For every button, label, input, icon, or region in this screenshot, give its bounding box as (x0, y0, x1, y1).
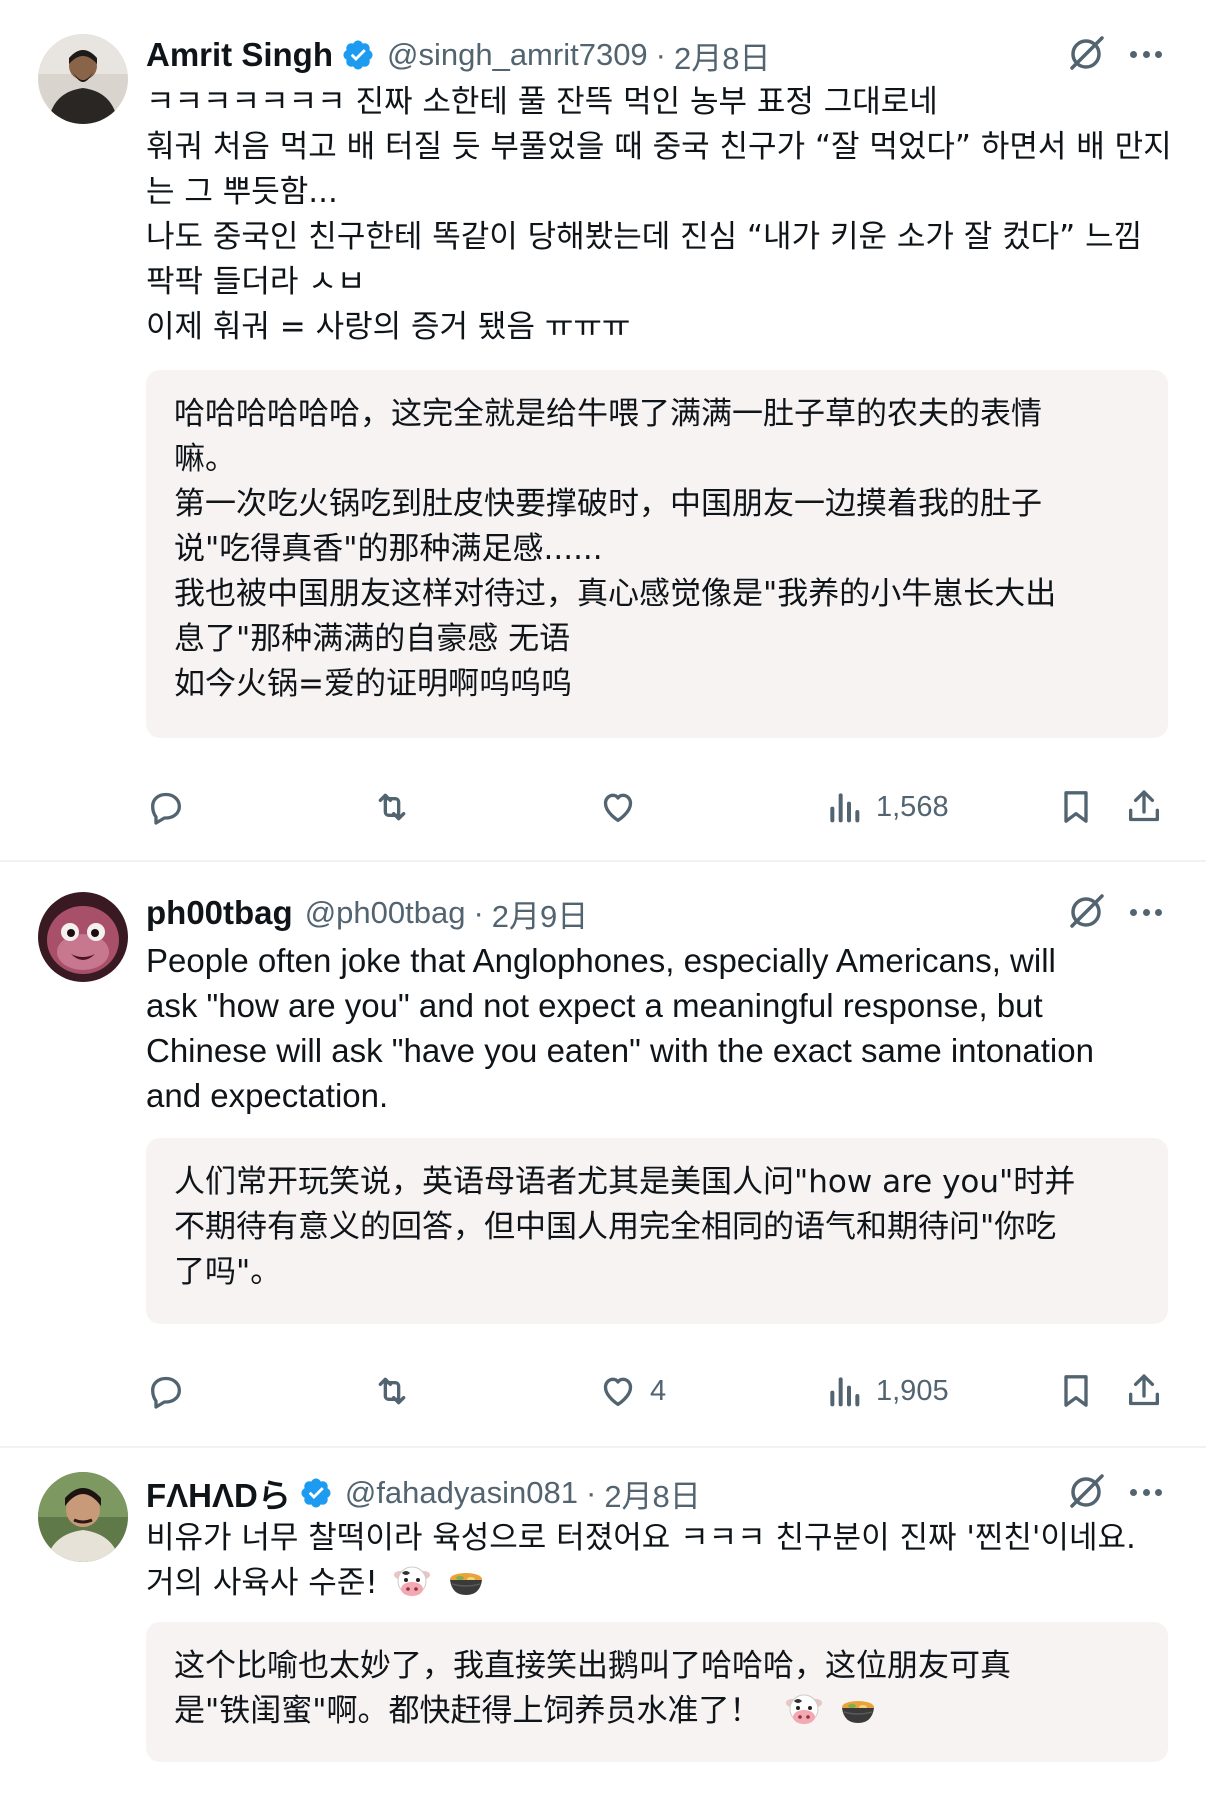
retweet-button[interactable] (372, 1366, 412, 1416)
translation-line: 我也被中国朋友这样对待过，真心感觉像是"我养的小牛崽长大出 (174, 576, 1057, 612)
tweet-text-line: 팍팍 들더라 ㅅㅂ (146, 264, 366, 300)
bookmark-icon (1064, 1375, 1088, 1407)
tweet[interactable]: FΛHΛDら @fahadyasin081 · 2月8日 비유가 너무 찰떡이라… (0, 1448, 1206, 1794)
translation-line: 这个比喻也太妙了，我直接笑出鹅叫了哈哈哈，这位朋友可真 (174, 1648, 1011, 1684)
separator-dot: · (585, 1475, 597, 1510)
bookmark-icon (1064, 791, 1088, 823)
tweet-text-line: 나도 중국인 친구한테 똑같이 당해봤는데 진심 “내가 키운 소가 잘 컸다”… (146, 219, 1143, 255)
tweet[interactable]: ph00tbag @ph00tbag · 2月9日 People often j… (0, 862, 1206, 1446)
tweet-text: 비유가 너무 찰떡이라 육성으로 터졌어요 ㅋㅋㅋ 친구분이 진짜 '찐친'이네… (146, 1516, 1176, 1606)
cow-face-emoji-icon (786, 1694, 823, 1724)
translation-line: 说"吃得真香"的那种满足感...... (174, 531, 603, 567)
heart-icon (603, 793, 633, 822)
translation-line: 是"铁闺蜜"啊。都快赶得上饲养员水准了！ (174, 1689, 1140, 1734)
views-button[interactable]: 1,568 (824, 782, 949, 832)
tweet-actions: 4 1,905 (146, 1366, 1176, 1416)
retweet-icon (378, 793, 406, 821)
tweet-text-segment: 거의 사육사 수준! (146, 1565, 378, 1601)
separator-dot: · (655, 37, 666, 72)
like-count: 4 (650, 1374, 667, 1407)
analytics-icon (830, 793, 860, 823)
translation-box: 人们常开玩笑说，英语母语者尤其是美国人问"how are you"时并 不期待有… (146, 1138, 1168, 1324)
tweet-header: ph00tbag @ph00tbag · 2月9日 (146, 890, 588, 936)
tweet-text-line: Chinese will ask "have you eaten" with t… (146, 1032, 1094, 1069)
translation-line: 息了"那种满满的自豪感 无语 (174, 621, 571, 657)
share-icon (1129, 790, 1159, 822)
tweet-header: FΛHΛDら @fahadyasin081 · 2月8日 (146, 1470, 701, 1516)
grok-icon[interactable] (1066, 1472, 1106, 1512)
reply-button[interactable] (146, 782, 186, 832)
view-count: 1,905 (876, 1374, 949, 1407)
hotpot-bowl-emoji-icon (842, 1701, 875, 1723)
retweet-icon (378, 1377, 406, 1405)
more-options-icon[interactable] (1126, 892, 1166, 932)
heart-icon (603, 1377, 633, 1406)
tweet-text: People often joke that Anglophones, espe… (146, 938, 1176, 1118)
separator-dot: · (473, 895, 484, 930)
translation-line: 第一次吃火锅吃到肚皮快要撑破时，中国朋友一边摸着我的肚子 (174, 486, 1042, 522)
grok-icon[interactable] (1066, 34, 1106, 74)
cow-face-emoji-icon (393, 1566, 430, 1596)
tweet-text-line: ask "how are you" and not expect a meani… (146, 987, 1043, 1024)
reply-button[interactable] (146, 1366, 186, 1416)
tweet-actions: 1,568 (146, 782, 1176, 832)
translation-box: 哈哈哈哈哈哈，这完全就是给牛喂了满满一肚子草的农夫的表情 嘛。 第一次吃火锅吃到… (146, 370, 1168, 738)
reply-icon (151, 1376, 181, 1409)
tweet-date[interactable]: 2月8日 (604, 1471, 700, 1516)
tweet-text-line: and expectation. (146, 1077, 389, 1114)
display-name[interactable]: FΛHΛDら (146, 1469, 291, 1517)
tweet-text-line: 비유가 너무 찰떡이라 육성으로 터졌어요 ㅋㅋㅋ 친구분이 진짜 '찐친'이네… (146, 1520, 1136, 1556)
share-button[interactable] (1124, 782, 1164, 832)
tweet-text-line: 는 그 뿌듯함... (146, 174, 338, 210)
tweet-text-line: 거의 사육사 수준! (146, 1561, 1176, 1606)
translation-line: 人们常开玩笑说，英语母语者尤其是美国人问"how are you"时并 (174, 1164, 1076, 1200)
share-button[interactable] (1124, 1366, 1164, 1416)
translation-box: 这个比喻也太妙了，我直接笑出鹅叫了哈哈哈，这位朋友可真 是"铁闺蜜"啊。都快赶得… (146, 1622, 1168, 1762)
more-options-icon[interactable] (1126, 34, 1166, 74)
hotpot-bowl-emoji-icon (449, 1573, 482, 1595)
analytics-icon (830, 1377, 860, 1407)
translation-line: 了吗"。 (174, 1254, 282, 1290)
more-options-icon[interactable] (1126, 1472, 1166, 1512)
verified-badge-icon (301, 1478, 331, 1508)
like-button[interactable]: 4 (598, 1366, 666, 1416)
translation-segment: 是"铁闺蜜"啊。都快赶得上饲养员水准了！ (174, 1693, 761, 1729)
translation-line: 哈哈哈哈哈哈，这完全就是给牛喂了满满一肚子草的农夫的表情 (174, 396, 1042, 432)
retweet-button[interactable] (372, 782, 412, 832)
avatar[interactable] (38, 1472, 128, 1562)
like-button[interactable] (598, 782, 650, 832)
translation-line: 如今火锅=爱的证明啊呜呜呜 (174, 666, 572, 702)
tweet-date[interactable]: 2月8日 (674, 33, 770, 78)
grok-icon[interactable] (1066, 892, 1106, 932)
avatar[interactable] (38, 34, 128, 124)
user-handle[interactable]: @fahadyasin081 (345, 1475, 578, 1511)
tweet-text: ㅋㅋㅋㅋㅋㅋㅋ 진짜 소한테 풀 잔뜩 먹인 농부 표정 그대로네 훠궈 처음 … (146, 80, 1176, 350)
bookmark-button[interactable] (1056, 1366, 1096, 1416)
display-name[interactable]: Amrit Singh (146, 36, 333, 74)
verified-badge-icon (343, 40, 373, 70)
tweet-text-line: 훠궈 처음 먹고 배 터질 듯 부풀었을 때 중국 친구가 “잘 먹었다” 하면… (146, 129, 1172, 165)
views-button[interactable]: 1,905 (824, 1366, 949, 1416)
avatar[interactable] (38, 892, 128, 982)
translation-line: 嘛。 (174, 441, 236, 477)
tweet-text-line: 이제 훠궈 = 사랑의 증거 됐음 ㅠㅠㅠ (146, 309, 631, 345)
tweet[interactable]: Amrit Singh @singh_amrit7309 · 2月8日 ㅋㅋㅋㅋ… (0, 0, 1206, 860)
share-icon (1129, 1374, 1159, 1406)
display-name[interactable]: ph00tbag (146, 894, 293, 932)
translation-line: 不期待有意义的回答，但中国人用完全相同的语气和期待问"你吃 (174, 1209, 1057, 1245)
tweet-text-line: People often joke that Anglophones, espe… (146, 942, 1056, 979)
reply-icon (151, 792, 181, 825)
bookmark-button[interactable] (1056, 782, 1096, 832)
tweet-text-line: ㅋㅋㅋㅋㅋㅋㅋ 진짜 소한테 풀 잔뜩 먹인 농부 표정 그대로네 (146, 84, 938, 120)
user-handle[interactable]: @singh_amrit7309 (387, 37, 648, 73)
view-count: 1,568 (876, 790, 949, 823)
tweet-date[interactable]: 2月9日 (492, 891, 588, 936)
tweet-header: Amrit Singh @singh_amrit7309 · 2月8日 (146, 32, 770, 78)
user-handle[interactable]: @ph00tbag (305, 895, 466, 931)
